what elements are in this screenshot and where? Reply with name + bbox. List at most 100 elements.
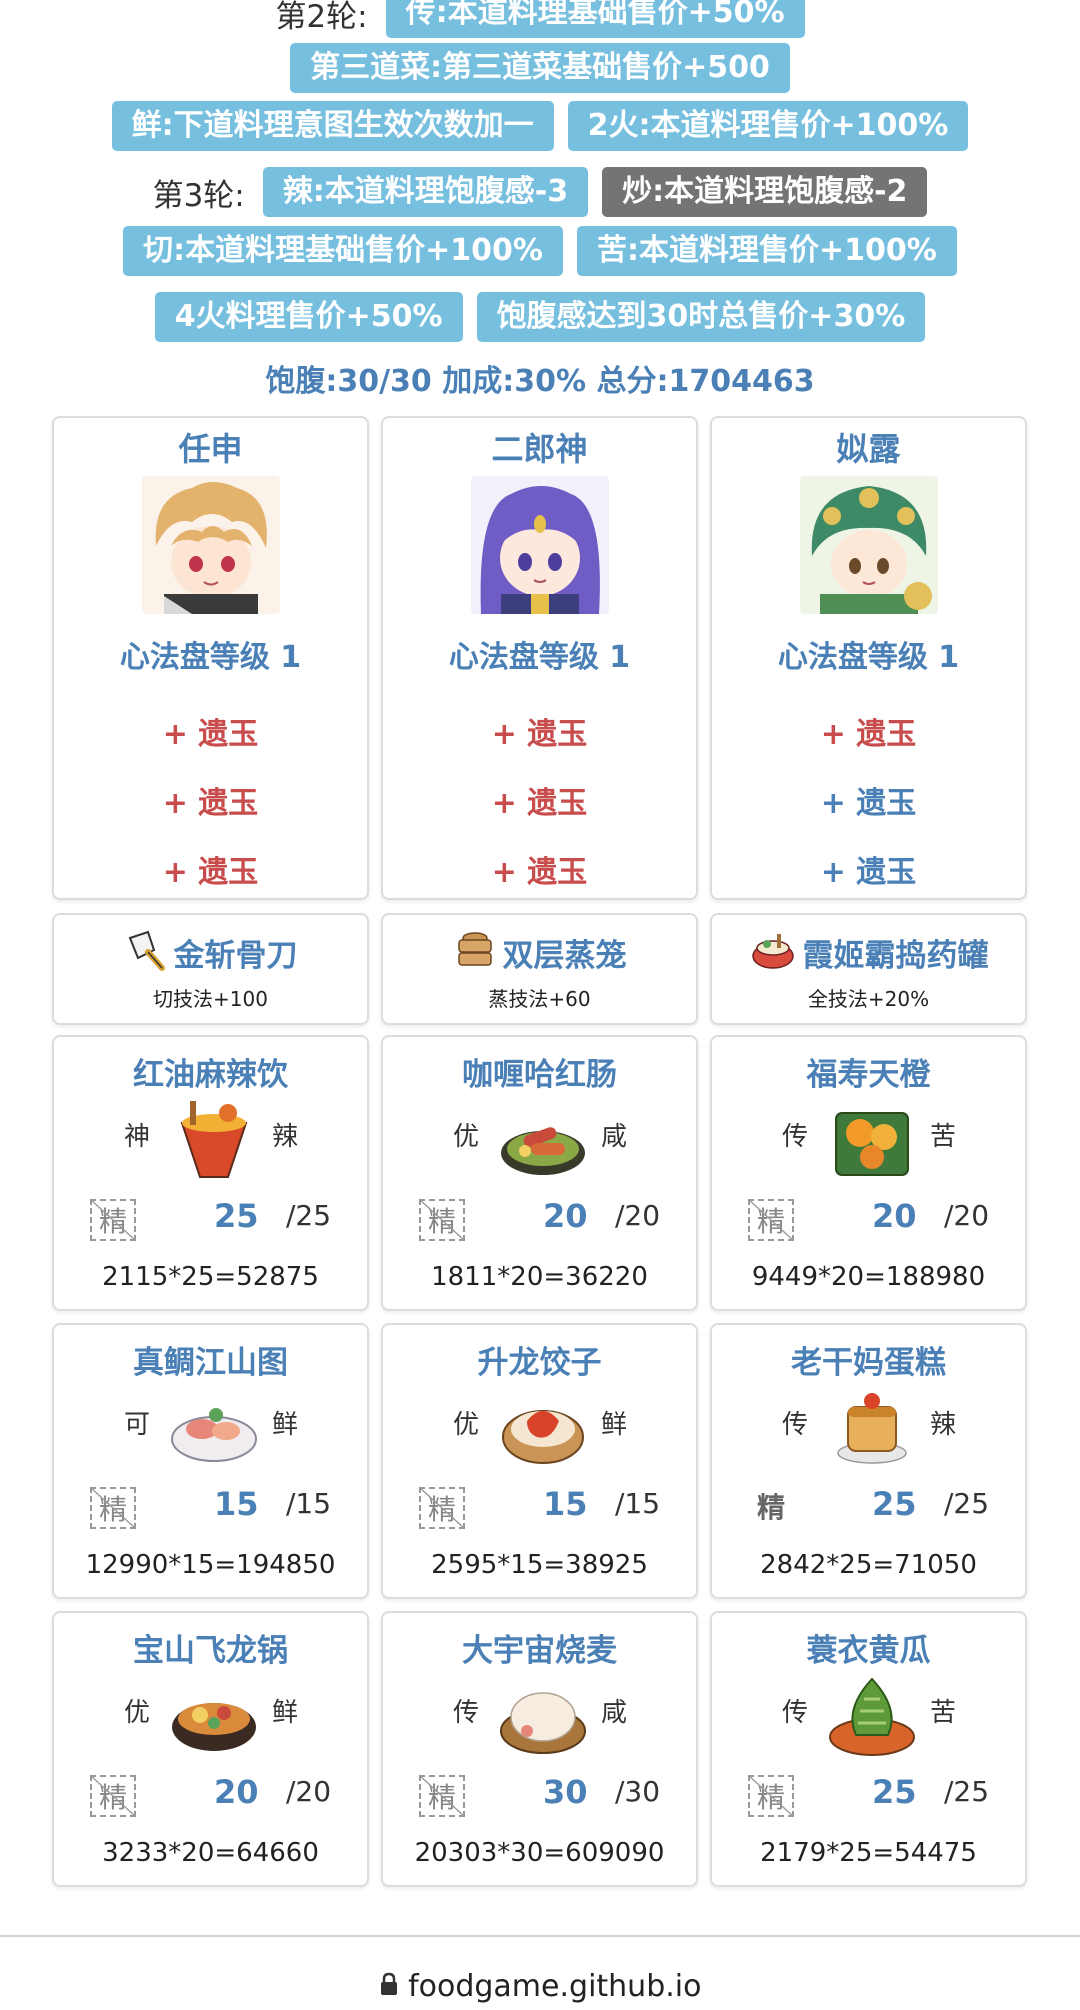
dish-score-formula: 2842*25=71050 [760,1550,977,1580]
dish-name: 老干妈蛋糕 [791,1345,946,1381]
refine-toggle[interactable]: 精 [419,1199,465,1241]
address-bar[interactable]: foodgame.github.io [0,1968,1080,2004]
refine-toggle-active[interactable]: 精 [748,1487,794,1529]
chef-name: 任申 [178,430,243,468]
dish-quantity[interactable]: 15 [214,1485,259,1523]
dish-card[interactable]: 真鲷江山图 可 鲜 精 15 /15 12990*15=194850 [52,1323,369,1599]
dish-quantity[interactable]: 30 [543,1773,588,1811]
dish-rank: 可 [124,1410,151,1440]
dish-card[interactable]: 老干妈蛋糕 传 辣 精 25 /25 2842*25=71050 [710,1323,1027,1599]
chef-name: 姒露 [836,430,901,468]
jade-slot[interactable]: + 遗玉 [712,769,1025,838]
chef-name: 二郎神 [491,430,588,468]
dish-quantity[interactable]: 20 [543,1197,588,1235]
dish-flavor: 鲜 [272,1410,299,1440]
dish-name: 宝山飞龙锅 [133,1633,288,1669]
dish-rank: 优 [453,1410,480,1440]
buff-tag[interactable]: 4火料理售价+50% [154,292,463,342]
dish-card[interactable]: 大宇宙烧麦 传 咸 精 30 /30 20303*30=609090 [381,1611,698,1887]
dish-flavor: 鲜 [272,1698,299,1728]
dish-flavor: 咸 [601,1122,628,1152]
dish-rank: 传 [453,1698,480,1728]
dish-flavor: 鲜 [601,1410,628,1440]
chef-avatar[interactable] [141,476,280,614]
equipment-effect: 蒸技法+60 [488,987,591,1011]
buff-tag[interactable]: 传:本道料理基础售价+50% [385,0,805,38]
dish-name: 咖喱哈红肠 [462,1057,617,1093]
dish-flavor: 辣 [272,1122,299,1152]
refine-toggle[interactable]: 精 [90,1487,136,1529]
buff-tag-inactive[interactable]: 炒:本道料理饱腹感-2 [602,167,928,217]
refine-toggle[interactable]: 精 [90,1199,136,1241]
buff-tag[interactable]: 第三道菜:第三道菜基础售价+500 [290,43,790,93]
buff-row: 鲜:下道料理意图生效次数加一 2火:本道料理售价+100% [0,101,1080,151]
chef-card[interactable]: 任申 心法盘等级 1 + 遗玉 + 遗玉 + 遗玉 [52,416,369,900]
dish-image [837,1393,907,1464]
jade-slot[interactable]: + 遗玉 [54,769,367,838]
dish-flavor: 苦 [930,1122,957,1152]
chef-avatar[interactable] [799,476,938,614]
dish-score-formula: 1811*20=36220 [431,1262,648,1292]
refine-toggle[interactable]: 精 [419,1487,465,1529]
equipment-card[interactable]: 金斩骨刀 切技法+100 [52,913,369,1025]
buff-tag[interactable]: 辣:本道料理饱腹感-3 [262,167,589,217]
dish-name: 升龙饺子 [477,1345,602,1381]
buff-tag[interactable]: 2火:本道料理售价+100% [567,101,969,151]
dish-card[interactable]: 升龙饺子 优 鲜 精 15 /15 2595*15=38925 [381,1323,698,1599]
dish-image [180,1101,248,1178]
dish-card[interactable]: 蓑衣黄瓜 传 苦 精 25 /25 2179*25=54475 [710,1611,1027,1887]
dish-card[interactable]: 红油麻辣饮 神 辣 精 25 /25 2115*25=52875 [52,1035,369,1311]
chef-avatar[interactable] [470,476,609,614]
lock-icon [379,1969,409,2004]
refine-toggle[interactable]: 精 [748,1775,794,1817]
dish-quantity[interactable]: 25 [214,1197,259,1235]
dish-max-quantity: /30 [615,1775,661,1808]
dish-name: 真鲷江山图 [133,1345,288,1381]
dish-score-formula: 20303*30=609090 [414,1838,665,1868]
dish-max-quantity: /20 [944,1199,990,1232]
jade-slot[interactable]: + 遗玉 [383,838,696,907]
dish-max-quantity: /25 [944,1775,990,1808]
jade-slot[interactable]: + 遗玉 [712,700,1025,769]
dish-max-quantity: /20 [286,1775,332,1808]
refine-toggle[interactable]: 精 [90,1775,136,1817]
dish-image [502,1410,584,1464]
medicine-jar-icon [749,928,797,976]
equipment-effect: 切技法+100 [153,987,268,1011]
dish-card[interactable]: 福寿天橙 传 苦 精 20 /20 9449*20=188980 [710,1035,1027,1311]
dish-rank: 传 [782,1698,809,1728]
jade-slot[interactable]: + 遗玉 [712,838,1025,907]
cleaver-icon [124,928,168,976]
buff-tag[interactable]: 切:本道料理基础售价+100% [123,226,563,276]
buff-tag[interactable]: 苦:本道料理售价+100% [577,226,957,276]
heart-plate-level: 心法盘等级 1 [777,640,960,675]
site-domain: foodgame.github.io [408,1969,702,2004]
dish-image [171,1408,257,1462]
jade-slot[interactable]: + 遗玉 [54,700,367,769]
dish-quantity[interactable]: 15 [543,1485,588,1523]
dish-card[interactable]: 宝山飞龙锅 优 鲜 精 20 /20 3233*20=64660 [52,1611,369,1887]
buff-row: 第三道菜:第三道菜基础售价+500 [0,43,1080,93]
dish-image [172,1703,256,1751]
heart-plate-level: 心法盘等级 1 [448,640,631,675]
jade-slot[interactable]: + 遗玉 [54,838,367,907]
dish-score-formula: 9449*20=188980 [751,1262,986,1292]
equipment-card[interactable]: 霞姬霸捣药罐 全技法+20% [710,913,1027,1025]
equipment-name: 霞姬霸捣药罐 [802,937,989,974]
dish-quantity[interactable]: 25 [872,1773,917,1811]
dish-quantity[interactable]: 20 [214,1773,259,1811]
refine-toggle[interactable]: 精 [419,1775,465,1817]
dish-quantity[interactable]: 25 [872,1485,917,1523]
chef-card[interactable]: 姒露 心法盘等级 1 + 遗玉 + 遗玉 + 遗玉 [710,416,1027,900]
buff-row: 4火料理售价+50% 饱腹感达到30时总售价+30% [0,292,1080,342]
buff-tag[interactable]: 鲜:下道料理意图生效次数加一 [111,101,554,151]
equipment-card[interactable]: 双层蒸笼 蒸技法+60 [381,913,698,1025]
dish-card[interactable]: 咖喱哈红肠 优 咸 精 20 /20 1811*20=36220 [381,1035,698,1311]
buff-tag[interactable]: 饱腹感达到30时总售价+30% [476,292,926,342]
jade-slot[interactable]: + 遗玉 [383,769,696,838]
refine-toggle[interactable]: 精 [748,1199,794,1241]
dish-score-formula: 3233*20=64660 [102,1838,319,1868]
chef-card[interactable]: 二郎神 心法盘等级 1 + 遗玉 + 遗玉 + 遗玉 [381,416,698,900]
jade-slot[interactable]: + 遗玉 [383,700,696,769]
dish-quantity[interactable]: 20 [872,1197,917,1235]
